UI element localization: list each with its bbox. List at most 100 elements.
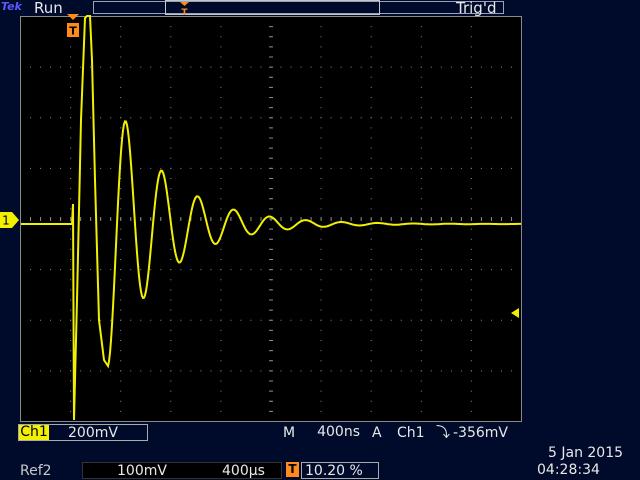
grid-dot (420, 16, 422, 17)
trigger-position-marker[interactable]: T (66, 14, 80, 46)
grid-dot (470, 46, 472, 48)
center-tick (269, 248, 273, 250)
center-tick (269, 107, 273, 109)
grid-dot (210, 167, 212, 169)
trigger-level-value[interactable]: -356mV (453, 424, 508, 442)
grid-dot (70, 56, 72, 58)
grid-dot (150, 117, 152, 119)
waveform-display[interactable] (0, 0, 640, 480)
center-tick (180, 217, 182, 221)
grid-dot (310, 117, 312, 119)
grid-dot (120, 329, 122, 331)
grid-dot (150, 370, 152, 372)
grid-dot (490, 167, 492, 169)
ch1-level-marker[interactable]: 1 (0, 212, 20, 232)
grid-dot (70, 421, 72, 422)
grid-dot (350, 269, 352, 271)
grid-dot (120, 76, 122, 78)
grid-dot (480, 319, 482, 321)
trigger-source[interactable]: Ch1 (397, 424, 425, 442)
grid-dot (420, 410, 422, 412)
timebase-value[interactable]: 400ns (300, 424, 360, 441)
grid-dot (250, 66, 252, 68)
grid-dot (420, 360, 422, 362)
center-tick (269, 421, 273, 422)
grid-dot (340, 117, 342, 119)
grid-dot (90, 319, 92, 321)
grid-dot (230, 370, 232, 372)
grid-dot (170, 248, 172, 250)
center-tick (269, 86, 273, 88)
grid-dot (180, 66, 182, 68)
center-tick (269, 117, 273, 119)
grid-dot (380, 167, 382, 169)
grid-dot (290, 370, 292, 372)
grid-dot (190, 319, 192, 321)
grid-dot (320, 360, 322, 362)
grid-dot (370, 329, 372, 331)
center-tick (269, 167, 273, 169)
grid-dot (170, 46, 172, 48)
grid-dot (70, 370, 72, 372)
grid-dot (340, 167, 342, 169)
grid-dot (420, 157, 422, 159)
grid-dot (390, 66, 392, 68)
grid-dot (220, 299, 222, 301)
ch1-label[interactable]: Ch1 (19, 425, 49, 440)
grid-dot (320, 208, 322, 210)
trigger-level-arrow-icon[interactable] (510, 304, 522, 323)
grid-dot (210, 117, 212, 119)
grid-dot (200, 66, 202, 68)
grid-dot (430, 269, 432, 271)
center-tick (50, 217, 52, 221)
grid-dot (490, 66, 492, 68)
trigger-position-label: T (69, 25, 77, 38)
grid-dot (470, 137, 472, 139)
grid-dot (160, 370, 162, 372)
grid-dot (521, 66, 522, 68)
grid-dot (500, 319, 502, 321)
grid-dot (370, 188, 372, 190)
grid-dot (160, 66, 162, 68)
trigger-position-value: 10.20 % (305, 463, 363, 479)
grid-dot (70, 309, 72, 311)
grid-dot (220, 309, 222, 311)
center-tick (269, 26, 273, 28)
grid-dot (320, 279, 322, 281)
grid-dot (320, 26, 322, 28)
grid-dot (70, 390, 72, 392)
grid-dot (170, 208, 172, 210)
grid-dot (420, 137, 422, 139)
grid-dot (80, 370, 82, 372)
grid-dot (220, 289, 222, 291)
grid-dot (320, 117, 322, 119)
grid-dot (70, 66, 72, 68)
grid-dot (140, 269, 142, 271)
grid-dot (470, 157, 472, 159)
center-tick (269, 319, 273, 321)
grid-dot (420, 309, 422, 311)
grid-dot (170, 259, 172, 260)
grid-dot (420, 188, 422, 190)
grid-dot (240, 117, 242, 119)
date-display: 5 Jan 2015 (548, 445, 624, 461)
grid-dot (370, 97, 372, 98)
grid-dot (370, 46, 372, 48)
ref2-label[interactable]: Ref2 (20, 462, 52, 480)
grid-dot (110, 117, 112, 119)
grid-dot (220, 350, 222, 352)
grid-dot (470, 390, 472, 392)
grid-dot (470, 16, 472, 17)
grid-dot (200, 370, 202, 372)
grid-dot (370, 127, 372, 129)
grid-dot (470, 36, 472, 38)
grid-dot (70, 329, 72, 331)
grid-dot (240, 370, 242, 372)
center-tick (350, 217, 352, 221)
grid-dot (510, 167, 512, 169)
center-tick (269, 390, 273, 392)
grid-dot (420, 117, 422, 119)
grid-dot (70, 208, 72, 210)
center-tick (150, 217, 152, 221)
center-tick (60, 217, 62, 221)
